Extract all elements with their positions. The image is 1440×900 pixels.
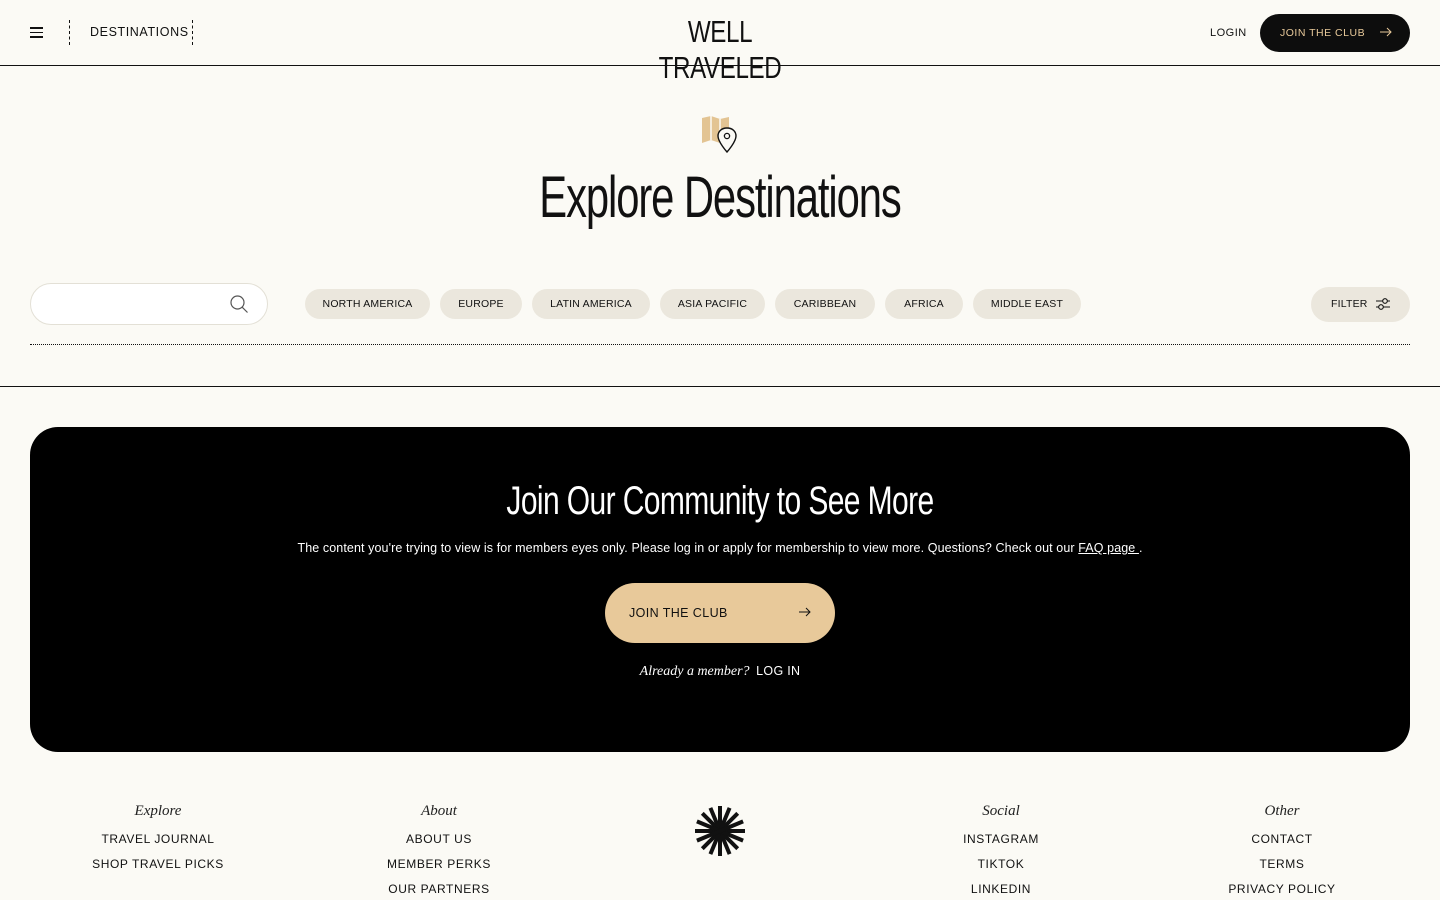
menu-icon[interactable]: [30, 26, 44, 38]
footer-link-shop-travel-picks[interactable]: SHOP TRAVEL PICKS: [58, 857, 258, 882]
footer-heading: Explore: [134, 803, 182, 819]
footer-link-travel-journal[interactable]: TRAVEL JOURNAL: [58, 832, 258, 857]
region-pill-middle-east[interactable]: MIDDLE EAST: [973, 289, 1081, 319]
footer-heading: Other: [1264, 803, 1300, 819]
brand-asterisk-icon: [695, 806, 745, 856]
search-icon[interactable]: [229, 294, 249, 314]
footer-link-about-us[interactable]: ABOUT US: [339, 832, 539, 857]
footer-link-linkedin[interactable]: LINKEDIN: [901, 882, 1101, 900]
region-pill-europe[interactable]: EUROPE: [440, 289, 522, 319]
gate-message-end: .: [1138, 541, 1143, 555]
gate-login-link[interactable]: LOG IN: [756, 664, 800, 678]
member-prompt: Already a member?: [639, 664, 750, 679]
footer-link-member-perks[interactable]: MEMBER PERKS: [339, 857, 539, 882]
nav-destinations-link[interactable]: DESTINATIONS: [90, 25, 189, 39]
footer-link-tiktok[interactable]: TIKTOK: [901, 857, 1101, 882]
footer-link-contact[interactable]: CONTACT: [1182, 832, 1382, 857]
footer-social-column: Social INSTAGRAM TIKTOK LINKEDIN: [901, 803, 1101, 900]
gate-message: The content you're trying to view is for…: [30, 541, 1410, 555]
site-header: DESTINATIONS WELL TRAVELED LOGIN JOIN TH…: [0, 0, 1440, 85]
gate-title: Join Our Community to See More: [506, 479, 934, 523]
divider: [192, 20, 193, 45]
join-the-club-button[interactable]: JOIN THE CLUB: [1260, 14, 1410, 52]
region-pill-caribbean[interactable]: CARIBBEAN: [775, 289, 875, 319]
join-button-label: JOIN THE CLUB: [1280, 27, 1366, 39]
footer-link-privacy-policy[interactable]: PRIVACY POLICY: [1182, 882, 1382, 900]
sliders-icon: [1376, 298, 1390, 310]
footer-heading: About: [421, 803, 457, 819]
region-pill-north-america[interactable]: NORTH AMERICA: [305, 289, 430, 319]
footer-link-our-partners[interactable]: OUR PARTNERS: [339, 882, 539, 900]
gate-join-label: JOIN THE CLUB: [629, 606, 728, 620]
filter-label: FILTER: [1331, 298, 1368, 310]
region-pill-asia-pacific[interactable]: ASIA PACIFIC: [660, 289, 765, 319]
page-title: Explore Destinations: [539, 165, 901, 230]
map-pin-icon: [702, 116, 737, 154]
gate-join-button[interactable]: JOIN THE CLUB: [605, 583, 835, 643]
search-input[interactable]: [49, 295, 229, 315]
footer-about-column: About ABOUT US MEMBER PERKS OUR PARTNERS: [339, 803, 539, 900]
footer-heading: Social: [982, 803, 1020, 819]
region-pill-latin-america[interactable]: LATIN AMERICA: [532, 289, 650, 319]
site-logo[interactable]: WELL TRAVELED: [642, 14, 798, 86]
footer-explore-column: Explore TRAVEL JOURNAL SHOP TRAVEL PICKS: [58, 803, 258, 882]
dotted-divider: [30, 344, 1410, 345]
filter-button[interactable]: FILTER: [1311, 287, 1410, 322]
section-divider: [0, 386, 1440, 387]
region-pill-africa[interactable]: AFRICA: [885, 289, 963, 319]
footer-other-column: Other CONTACT TERMS PRIVACY POLICY: [1182, 803, 1382, 900]
already-member-line: Already a member? LOG IN: [30, 663, 1410, 680]
footer-link-terms[interactable]: TERMS: [1182, 857, 1382, 882]
members-only-panel: Join Our Community to See More The conte…: [30, 427, 1410, 752]
gate-message-text: The content you're trying to view is for…: [297, 541, 1075, 555]
arrow-right-icon: [799, 607, 811, 617]
faq-link[interactable]: FAQ page: [1078, 541, 1139, 555]
arrow-right-icon: [1380, 27, 1392, 37]
divider: [69, 20, 70, 45]
footer-link-instagram[interactable]: INSTAGRAM: [901, 832, 1101, 857]
login-link[interactable]: LOGIN: [1210, 27, 1247, 39]
